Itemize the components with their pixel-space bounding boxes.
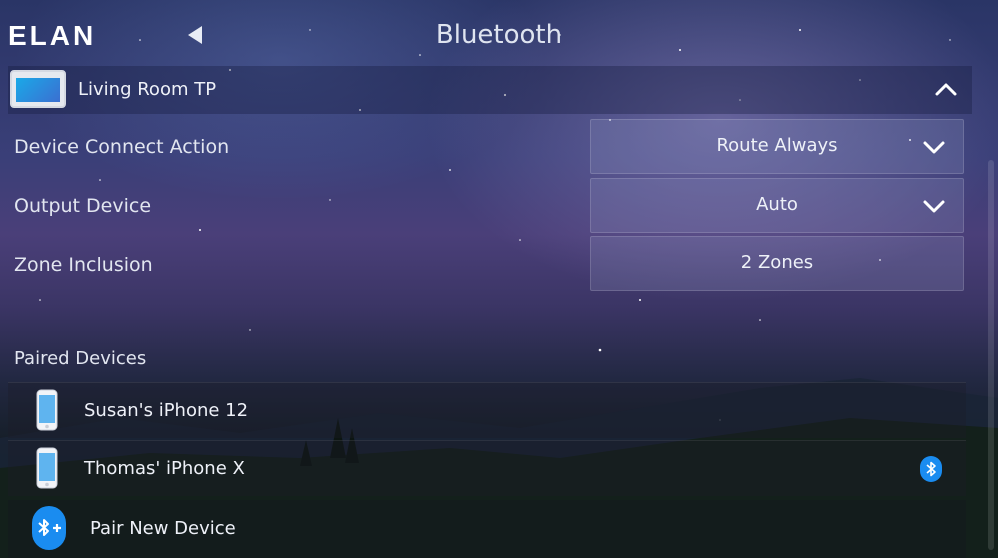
top-bar: ELAN Bluetooth (0, 0, 998, 66)
device-connect-action-value: Route Always (716, 135, 838, 156)
output-device-select[interactable]: Auto (590, 178, 964, 233)
device-settings-panel: Living Room TP Device Connect Action Rou… (8, 66, 972, 558)
pair-new-device-button[interactable]: Pair New Device (8, 500, 966, 558)
output-device-value: Auto (756, 194, 798, 215)
chevron-down-icon (923, 200, 945, 213)
device-connect-action-select[interactable]: Route Always (590, 119, 964, 174)
paired-devices-heading: Paired Devices (14, 348, 147, 369)
paired-device-row[interactable]: Susan's iPhone 12 (8, 382, 966, 438)
pair-new-device-label: Pair New Device (90, 518, 236, 539)
zone-inclusion-label: Zone Inclusion (14, 254, 153, 276)
paired-device-name: Thomas' iPhone X (84, 458, 245, 479)
device-header[interactable]: Living Room TP (8, 66, 972, 114)
phone-icon (36, 447, 58, 489)
chevron-down-icon (923, 141, 945, 154)
bluetooth-add-icon (32, 506, 66, 550)
device-name: Living Room TP (78, 79, 217, 100)
phone-icon (36, 389, 58, 431)
paired-device-name: Susan's iPhone 12 (84, 400, 249, 421)
page-title: Bluetooth (435, 20, 563, 50)
output-device-label: Output Device (14, 195, 152, 217)
zone-inclusion-button[interactable]: 2 Zones (590, 236, 964, 291)
device-connect-action-label: Device Connect Action (14, 136, 230, 158)
paired-device-row[interactable]: Thomas' iPhone X (8, 440, 966, 496)
bluetooth-connected-icon (920, 456, 942, 482)
scrollbar[interactable] (988, 160, 994, 550)
chevron-up-icon[interactable] (932, 76, 960, 104)
touchpanel-icon (10, 70, 66, 108)
zone-inclusion-value: 2 Zones (740, 252, 814, 273)
